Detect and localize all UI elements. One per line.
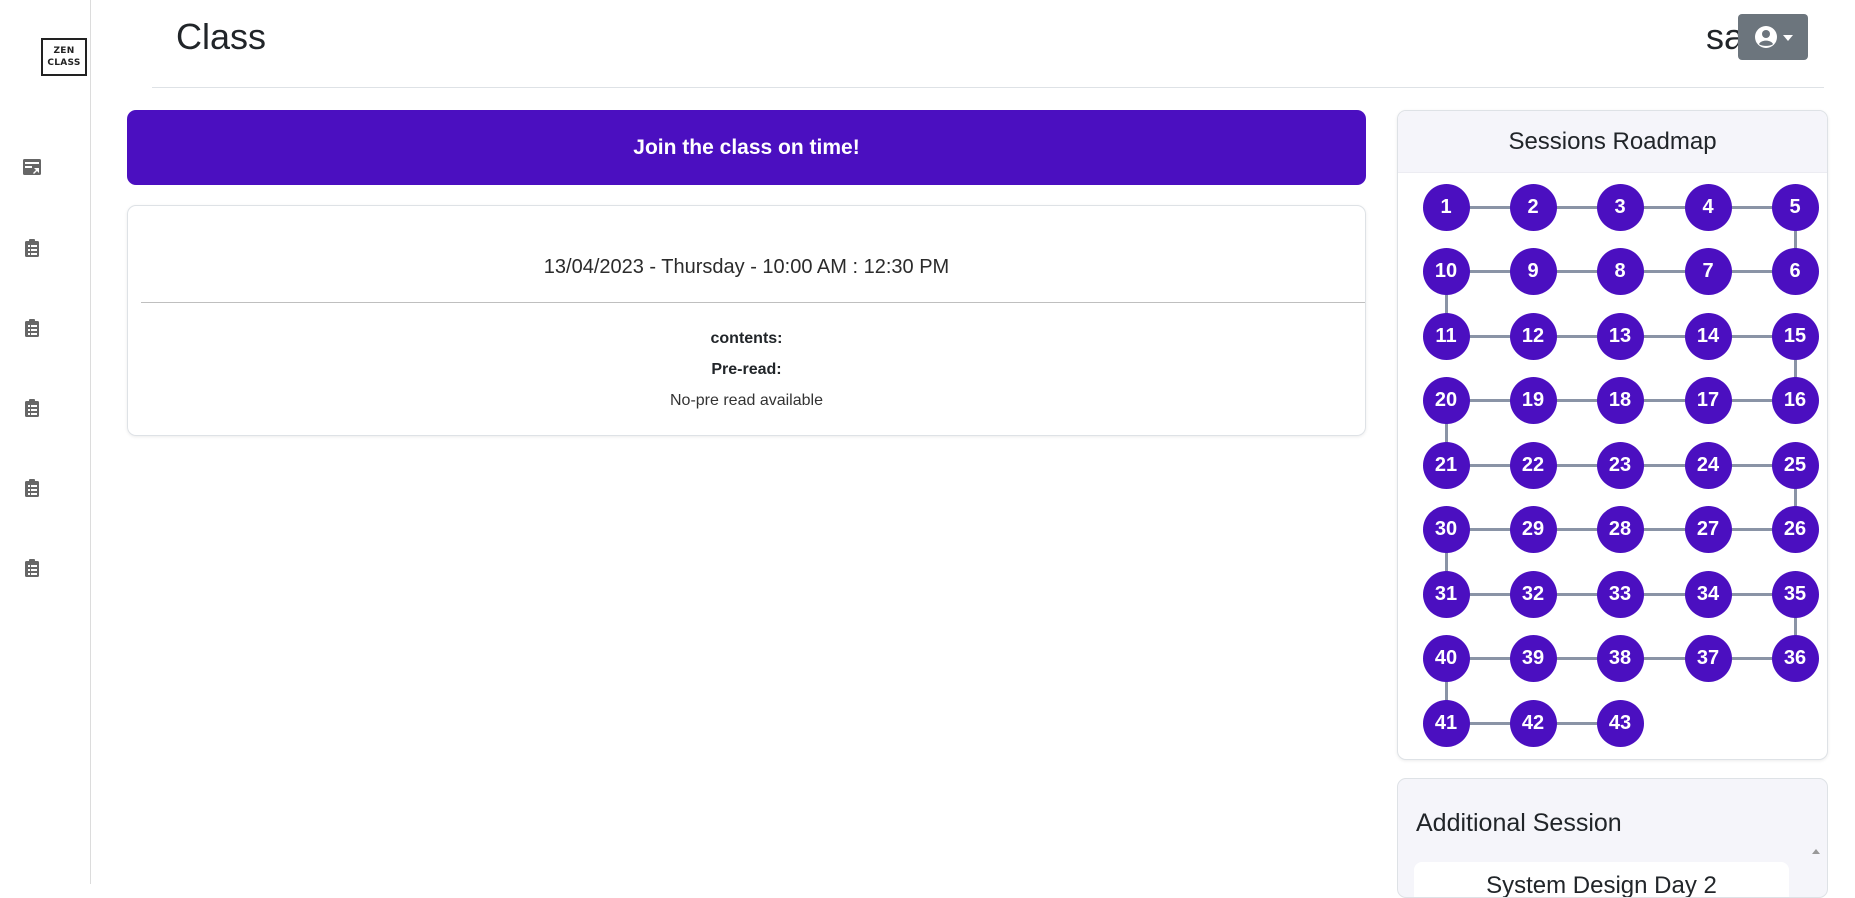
session-node[interactable]: 41 xyxy=(1422,699,1470,747)
user-circle-icon xyxy=(1754,26,1777,48)
session-node[interactable]: 32 xyxy=(1509,570,1557,618)
session-node[interactable]: 27 xyxy=(1684,506,1732,553)
clipboard-list-icon[interactable] xyxy=(22,238,42,258)
session-node[interactable]: 42 xyxy=(1509,699,1557,747)
no-preread-text: No-pre read available xyxy=(670,392,823,409)
page-header: Class sai xyxy=(152,0,1824,88)
session-node[interactable]: 24 xyxy=(1684,441,1732,489)
session-node[interactable]: 17 xyxy=(1684,377,1732,424)
zen-class-logo[interactable]: ZEN CLASS xyxy=(41,38,87,76)
clipboard-list-icon[interactable] xyxy=(22,478,42,498)
session-node[interactable]: 14 xyxy=(1684,312,1732,360)
session-node[interactable]: 25 xyxy=(1771,441,1819,489)
class-datetime: 13/04/2023 - Thursday - 10:00 AM : 12:30… xyxy=(543,256,950,278)
session-node[interactable]: 40 xyxy=(1422,635,1470,682)
join-class-banner[interactable]: Join the class on time! xyxy=(127,110,1366,185)
session-node[interactable]: 31 xyxy=(1422,570,1470,618)
session-node[interactable]: 39 xyxy=(1509,635,1557,682)
chevron-down-icon xyxy=(1782,35,1793,41)
session-node[interactable]: 21 xyxy=(1422,441,1470,489)
session-node[interactable]: 19 xyxy=(1509,377,1557,424)
sidebar: ZEN CLASS xyxy=(0,0,91,884)
session-node[interactable]: 22 xyxy=(1509,441,1557,489)
session-node[interactable]: 7 xyxy=(1684,248,1732,295)
session-node[interactable]: 15 xyxy=(1771,312,1819,360)
preread-label: Pre-read: xyxy=(711,361,782,378)
session-node[interactable]: 18 xyxy=(1596,377,1644,424)
class-details-card: 13/04/2023 - Thursday - 10:00 AM : 12:30… xyxy=(127,205,1366,436)
session-node[interactable]: 6 xyxy=(1771,248,1819,295)
session-node[interactable]: 30 xyxy=(1422,506,1470,553)
session-node[interactable]: 13 xyxy=(1596,312,1644,360)
session-node[interactable]: 2 xyxy=(1509,183,1557,231)
clipboard-list-icon[interactable] xyxy=(22,398,42,418)
session-node[interactable]: 43 xyxy=(1596,699,1644,747)
session-node[interactable]: 23 xyxy=(1596,441,1644,489)
session-node[interactable]: 26 xyxy=(1771,506,1819,553)
logo-line-2: CLASS xyxy=(47,58,81,68)
session-node[interactable]: 38 xyxy=(1596,635,1644,682)
session-node[interactable]: 12 xyxy=(1509,312,1557,360)
logo-line-1: ZEN xyxy=(53,46,75,56)
page-title: Class xyxy=(176,16,267,57)
session-node[interactable]: 9 xyxy=(1509,248,1557,295)
additional-session-card: Additional Session System Design Day 2 xyxy=(1397,778,1828,898)
clipboard-list-icon[interactable] xyxy=(22,318,42,338)
additional-session-title: Additional Session xyxy=(1416,809,1622,837)
session-node[interactable]: 20 xyxy=(1422,377,1470,424)
session-node[interactable]: 36 xyxy=(1771,635,1819,682)
user-menu-button[interactable] xyxy=(1738,14,1808,60)
dashboard-icon[interactable] xyxy=(22,157,42,177)
session-node[interactable]: 28 xyxy=(1596,506,1644,553)
session-node[interactable]: 16 xyxy=(1771,377,1819,424)
divider xyxy=(141,302,1365,303)
scroll-up-arrow-icon[interactable] xyxy=(1812,849,1820,854)
session-node[interactable]: 3 xyxy=(1596,183,1644,231)
session-node[interactable]: 33 xyxy=(1596,570,1644,618)
session-node[interactable]: 37 xyxy=(1684,635,1732,682)
contents-label: contents: xyxy=(710,330,783,347)
session-node[interactable]: 11 xyxy=(1422,312,1470,360)
session-node[interactable]: 8 xyxy=(1596,248,1644,295)
sessions-roadmap-card: Sessions Roadmap 1 2 3 4 5 6 7 8 9 10 11 12 13 14 15 16… xyxy=(1397,110,1828,760)
additional-session-item[interactable]: System Design Day 2 xyxy=(1414,862,1789,897)
session-node[interactable]: 1 xyxy=(1422,183,1470,231)
session-node[interactable]: 35 xyxy=(1771,570,1819,618)
roadmap-grid: 1 2 3 4 5 6 7 8 9 10 11 12 13 14 15 16 17 18 19 20 21 22 23 24 2… xyxy=(1398,111,1827,759)
session-node[interactable]: 34 xyxy=(1684,570,1732,618)
session-node[interactable]: 4 xyxy=(1684,183,1732,231)
session-node[interactable]: 29 xyxy=(1509,506,1557,553)
clipboard-list-icon[interactable] xyxy=(22,558,42,578)
session-node[interactable]: 10 xyxy=(1422,248,1470,295)
session-node[interactable]: 5 xyxy=(1771,183,1819,231)
